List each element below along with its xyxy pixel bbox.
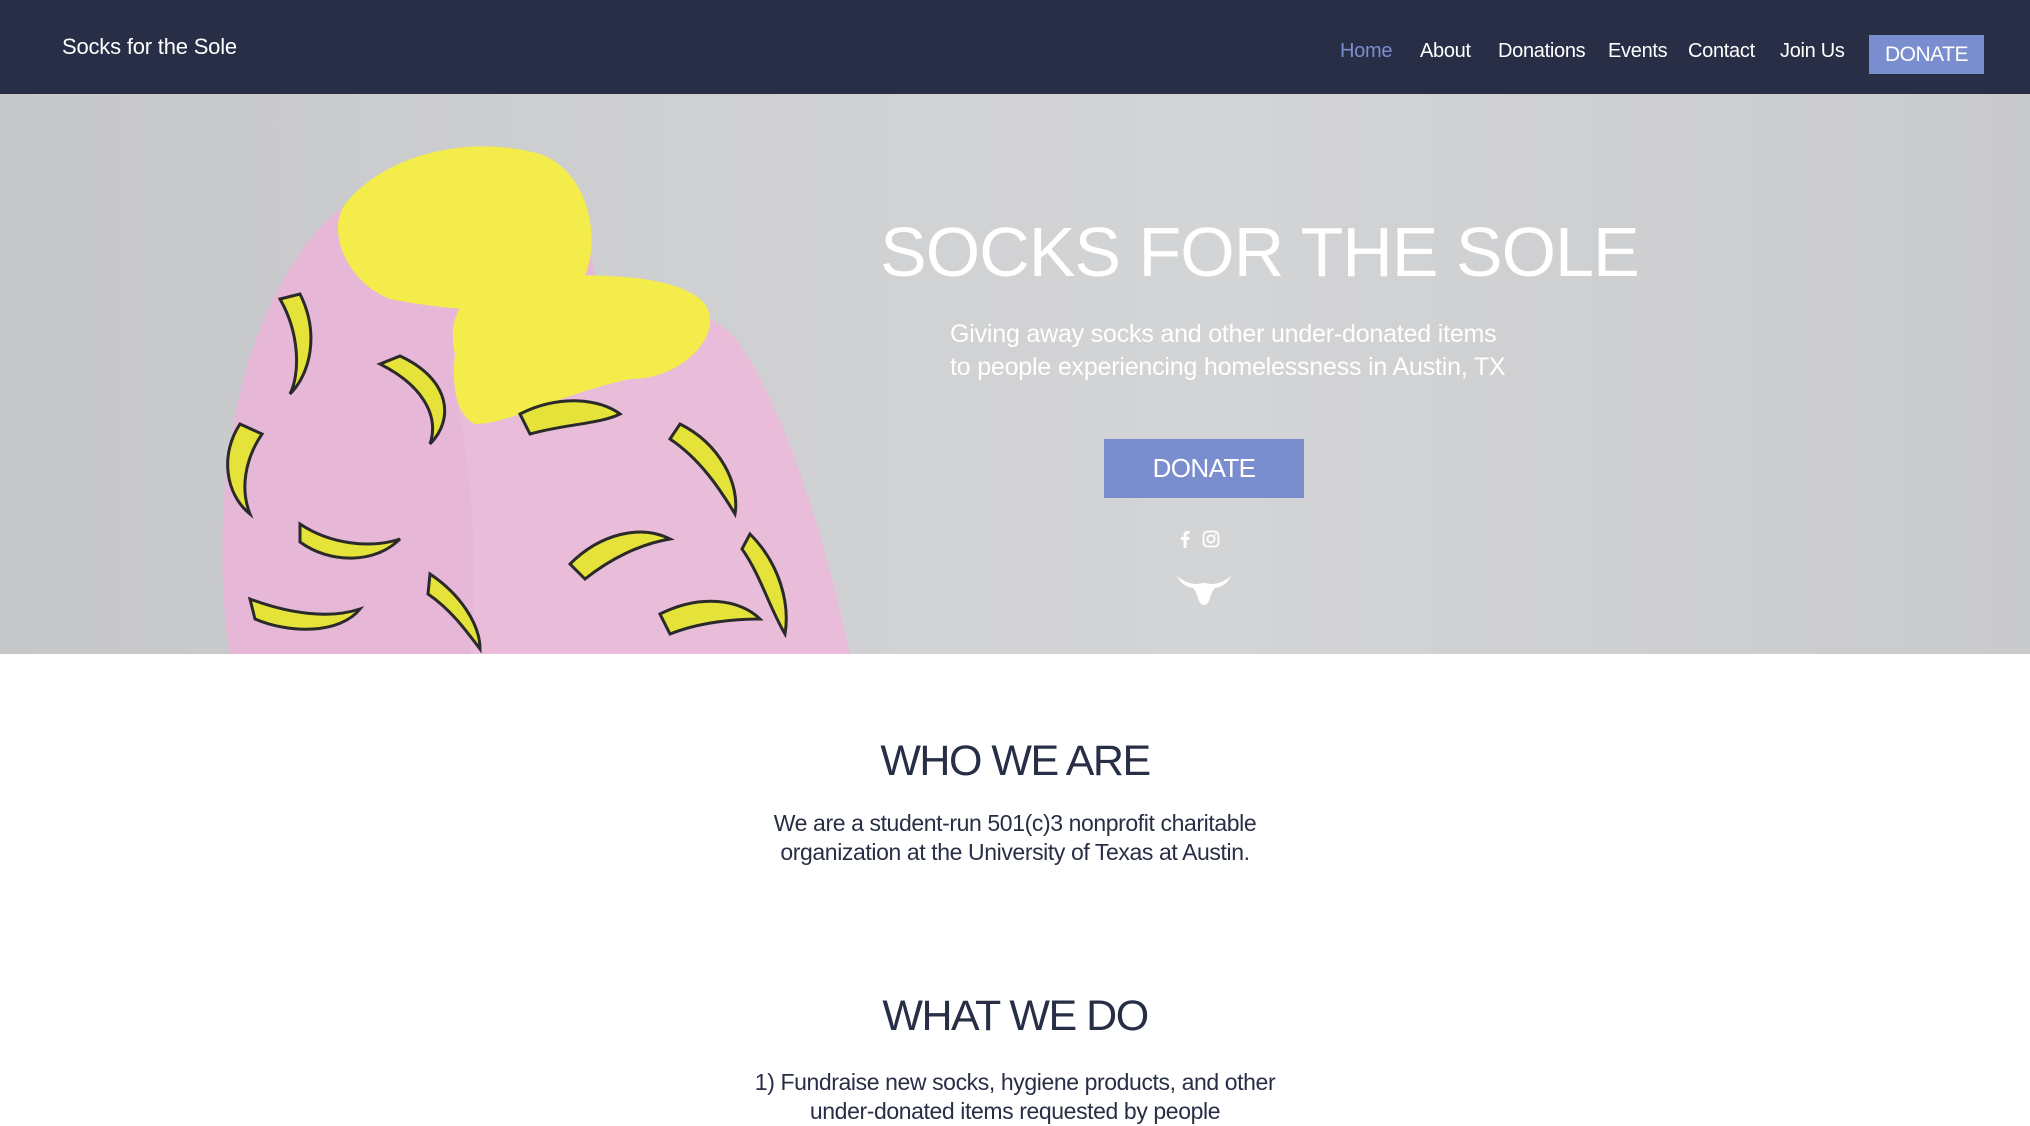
facebook-icon[interactable] [1180, 530, 1190, 548]
longhorn-icon [1176, 575, 1232, 605]
hero-subtitle-line1: Giving away socks and other under-donate… [950, 320, 1497, 348]
right-sock [452, 275, 850, 654]
what-we-do-heading: WHAT WE DO [882, 992, 1149, 1040]
nav-about[interactable]: About [1420, 40, 1471, 63]
nav-donations[interactable]: Donations [1498, 40, 1586, 63]
site-header: Socks for the Sole Home About Donations … [0, 0, 2030, 94]
nav-home[interactable]: Home [1340, 40, 1392, 63]
hero-subtitle-line2: to people experiencing homelessness in A… [950, 353, 1506, 381]
social-links [1180, 527, 1230, 551]
who-we-are-line2: organization at the University of Texas … [780, 839, 1250, 865]
who-we-are-heading: WHO WE ARE [880, 737, 1151, 785]
nav-contact[interactable]: Contact [1688, 40, 1755, 63]
site-brand[interactable]: Socks for the Sole [62, 34, 237, 60]
instagram-icon[interactable] [1202, 530, 1220, 548]
header-donate-button[interactable]: DONATE [1869, 35, 1984, 74]
what-we-do-line2: under-donated items requested by people [809, 1098, 1221, 1124]
what-we-do-line1: 1) Fundraise new socks, hygiene products… [754, 1069, 1276, 1095]
hero-subtitle: Giving away socks and other under-donate… [950, 318, 1510, 384]
hero-title: SOCKS FOR THE SOLE [880, 213, 1640, 291]
who-we-are-line1: We are a student-run 501(c)3 nonprofit c… [773, 810, 1257, 836]
what-we-do-text: 1) Fundraise new socks, hygiene products… [0, 1068, 2030, 1126]
hero-donate-button[interactable]: DONATE [1104, 439, 1304, 498]
nav-join-us[interactable]: Join Us [1780, 40, 1845, 63]
hero-section: SOCKS FOR THE SOLE Giving away socks and… [0, 94, 2030, 654]
who-we-are-text: We are a student-run 501(c)3 nonprofit c… [0, 809, 2030, 867]
nav-events[interactable]: Events [1608, 40, 1668, 63]
